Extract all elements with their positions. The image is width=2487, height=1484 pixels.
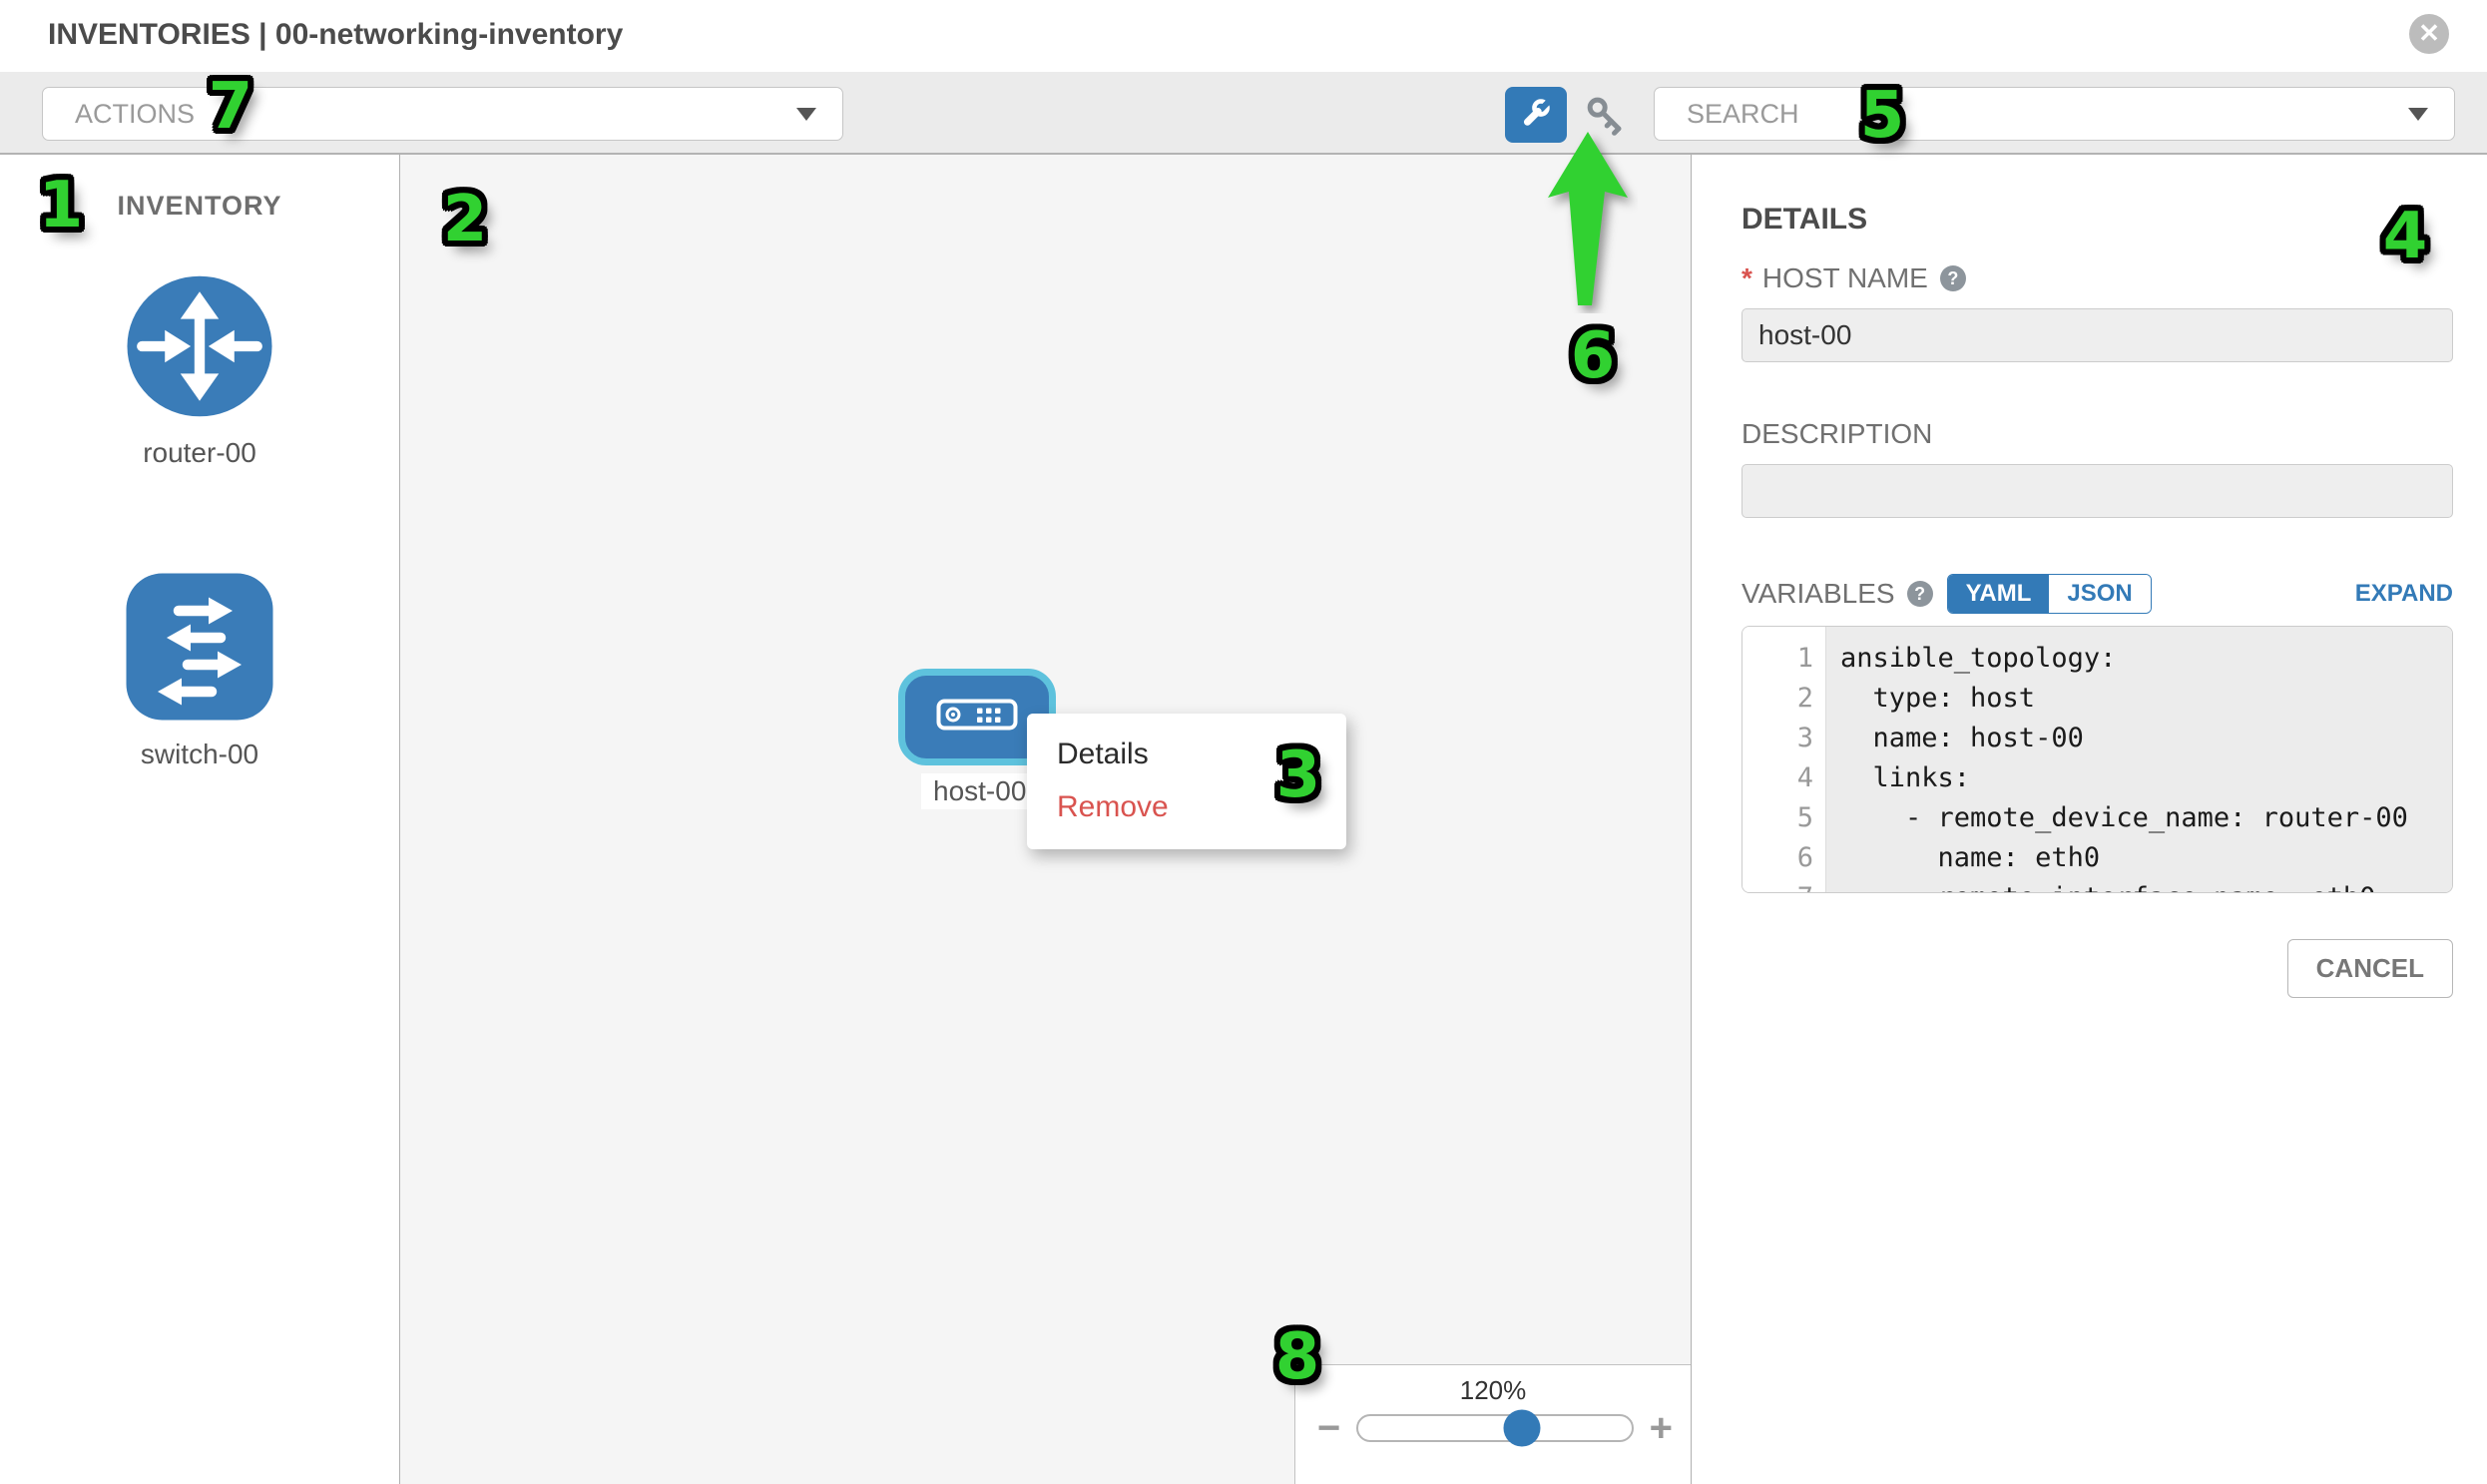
description-label-text: DESCRIPTION (1741, 418, 1932, 450)
editor-gutter: 1 2 3 4 5 6 7 (1742, 627, 1826, 892)
breadcrumb-item: 00-networking-inventory (275, 18, 623, 51)
sidebar-item-label: switch-00 (141, 739, 258, 770)
zoom-out-button[interactable]: − (1317, 1410, 1340, 1446)
sidebar-title: INVENTORY (0, 191, 399, 222)
zoom-in-button[interactable]: + (1650, 1410, 1673, 1446)
zoom-slider[interactable] (1356, 1414, 1633, 1442)
line-number: 5 (1742, 798, 1825, 838)
main-body: INVENTORY router-00 (0, 155, 2487, 1484)
breadcrumb-section: INVENTORIES (48, 18, 250, 51)
zoom-slider-handle[interactable] (1504, 1410, 1541, 1447)
configure-tools-button[interactable] (1505, 87, 1567, 143)
line-number: 1 (1742, 639, 1825, 679)
zoom-level-value: 120% (1295, 1375, 1691, 1406)
breadcrumb: INVENTORIES | 00-networking-inventory (48, 18, 623, 52)
sidebar-item-label: router-00 (143, 437, 256, 469)
expand-link[interactable]: EXPAND (2355, 580, 2453, 608)
node-context-menu: Details Remove (1027, 714, 1346, 849)
variables-label-text: VARIABLES (1741, 578, 1895, 610)
close-icon[interactable]: ✕ (2409, 14, 2449, 54)
code-line: name: host-00 (1840, 719, 2452, 758)
actions-dropdown[interactable]: ACTIONS (42, 87, 843, 141)
editor-code-area[interactable]: ansible_topology: type: host name: host-… (1826, 627, 2452, 892)
line-number: 7 (1742, 878, 1825, 893)
toggle-yaml[interactable]: YAML (1948, 575, 2050, 613)
variables-code-editor[interactable]: 1 2 3 4 5 6 7 ansible_topology: type: ho… (1741, 626, 2453, 893)
key-icon (1583, 93, 1627, 142)
search-dropdown-label: SEARCH (1687, 99, 1799, 130)
chevron-down-icon (796, 108, 816, 121)
window-header: INVENTORIES | 00-networking-inventory ✕ (0, 0, 2487, 72)
actions-dropdown-label: ACTIONS (75, 99, 195, 130)
host-name-label-text: HOST NAME (1762, 262, 1928, 294)
code-line: - remote_device_name: router-00 (1840, 798, 2452, 838)
search-dropdown[interactable]: SEARCH (1654, 87, 2455, 141)
line-number: 3 (1742, 719, 1825, 758)
cancel-button[interactable]: CANCEL (2287, 939, 2453, 998)
code-line: ansible_topology: (1840, 639, 2452, 679)
wrench-icon (1519, 96, 1553, 135)
required-marker: * (1741, 262, 1752, 294)
switch-icon (125, 572, 274, 727)
code-line: remote_interface_name: eth0 (1840, 878, 2452, 893)
host-server-icon (936, 699, 1018, 736)
toggle-json[interactable]: JSON (2049, 575, 2150, 613)
router-icon (124, 272, 275, 425)
sidebar-item-switch[interactable]: switch-00 (0, 572, 399, 770)
line-number: 2 (1742, 679, 1825, 719)
zoom-control: 120% − + (1294, 1364, 1691, 1484)
sidebar-item-router[interactable]: router-00 (0, 272, 399, 469)
description-field-label: DESCRIPTION (1741, 418, 2453, 450)
question-circle-icon[interactable]: ? (1907, 581, 1933, 607)
key-button[interactable] (1582, 94, 1628, 140)
host-name-field-label: * HOST NAME ? (1741, 262, 2453, 294)
toolbar: ACTIONS SEARCH (0, 72, 2487, 155)
host-name-input[interactable] (1741, 308, 2453, 362)
description-input[interactable] (1741, 464, 2453, 518)
context-menu-item-remove[interactable]: Remove (1057, 780, 1346, 833)
code-line: type: host (1840, 679, 2452, 719)
question-circle-icon[interactable]: ? (1940, 265, 1966, 291)
variables-format-toggle: YAML JSON (1947, 574, 2152, 614)
code-line: links: (1840, 758, 2452, 798)
breadcrumb-separator: | (250, 18, 275, 51)
details-panel-title: DETAILS (1741, 203, 2453, 237)
chevron-down-icon (2408, 108, 2428, 121)
line-number: 4 (1742, 758, 1825, 798)
variables-label: VARIABLES ? (1741, 578, 1933, 610)
inventory-sidebar: INVENTORY router-00 (0, 155, 399, 1484)
code-line: name: eth0 (1840, 838, 2452, 878)
details-panel: DETAILS * HOST NAME ? DESCRIPTION VARIAB… (1692, 155, 2487, 1484)
host-node-label: host-00 (921, 773, 1038, 809)
context-menu-item-details[interactable]: Details (1057, 728, 1346, 780)
variables-row: VARIABLES ? YAML JSON EXPAND (1741, 574, 2453, 614)
line-number: 6 (1742, 838, 1825, 878)
topology-canvas[interactable]: host-00 Details Remove 120% − + (399, 155, 1692, 1484)
